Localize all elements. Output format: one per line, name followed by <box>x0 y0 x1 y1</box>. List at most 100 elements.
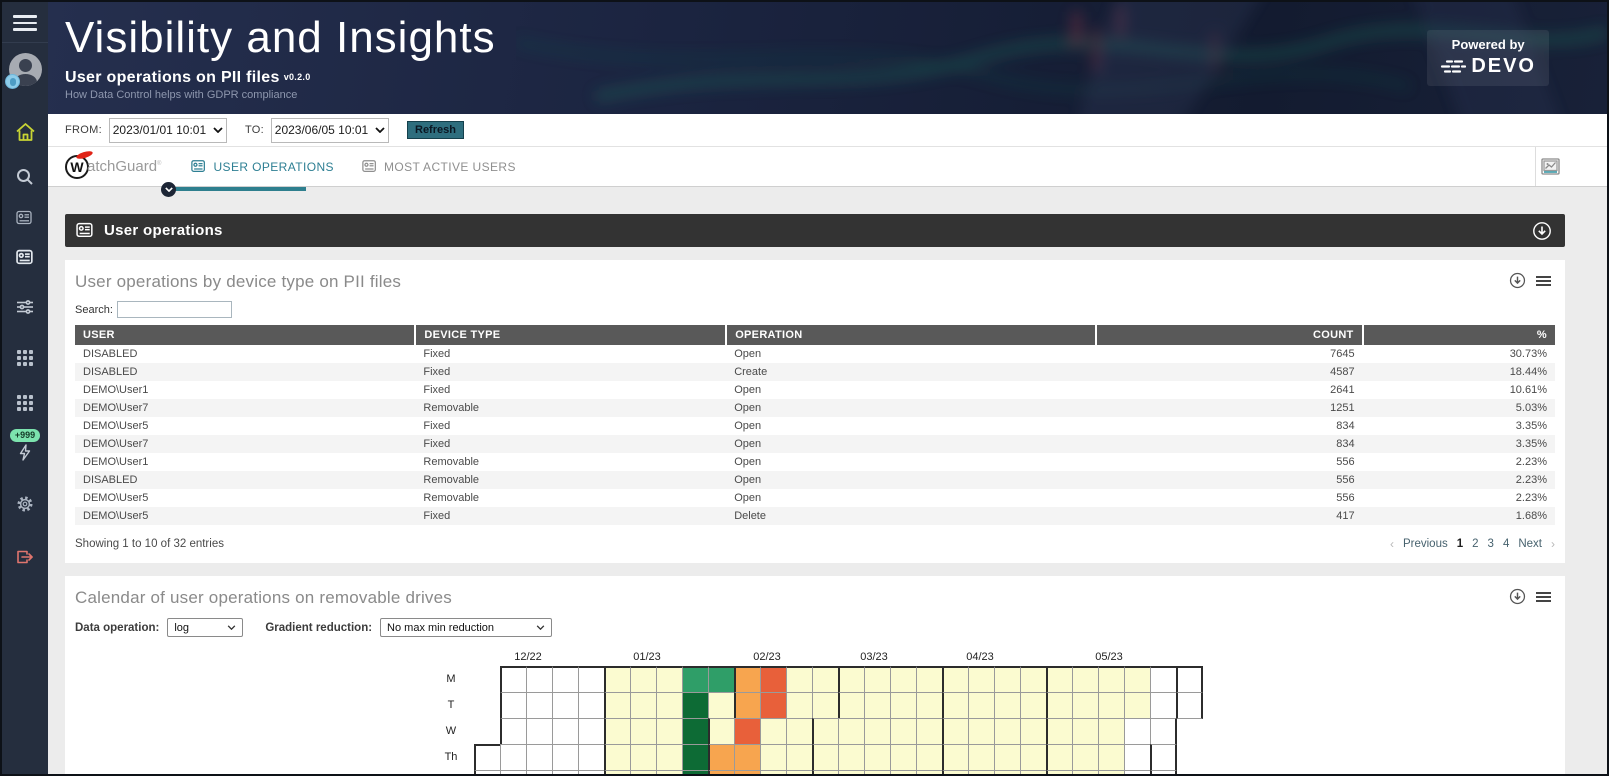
heatmap-cell[interactable] <box>526 666 553 693</box>
heatmap-cell[interactable] <box>604 770 631 774</box>
heatmap-cell[interactable] <box>1150 718 1177 745</box>
heatmap-cell[interactable] <box>942 692 969 719</box>
heatmap-cell[interactable] <box>1020 666 1047 693</box>
heatmap-cell[interactable] <box>968 718 995 745</box>
heatmap-cell[interactable] <box>682 666 709 693</box>
heatmap-cell[interactable] <box>734 692 761 719</box>
heatmap-cell[interactable] <box>578 666 605 693</box>
heatmap-cell[interactable] <box>1020 744 1047 771</box>
pagination-next[interactable]: Next <box>1518 538 1542 550</box>
heatmap-cell[interactable] <box>968 692 995 719</box>
sidebar-item-search[interactable] <box>7 162 43 192</box>
heatmap-cell[interactable] <box>682 744 709 771</box>
heatmap-cell[interactable] <box>474 770 501 774</box>
heatmap-cell[interactable] <box>682 770 709 774</box>
heatmap-cell[interactable] <box>1072 666 1099 693</box>
heatmap-cell[interactable] <box>760 718 787 745</box>
heatmap-cell[interactable] <box>760 666 787 693</box>
heatmap-cell[interactable] <box>838 718 865 745</box>
heatmap-cell[interactable] <box>1098 770 1125 774</box>
widget-menu-button[interactable] <box>1536 591 1551 603</box>
heatmap-cell[interactable] <box>708 692 735 719</box>
heatmap-cell[interactable] <box>864 770 891 774</box>
section-download-button[interactable] <box>1532 221 1552 241</box>
widget-menu-button[interactable] <box>1536 275 1551 287</box>
heatmap-cell[interactable] <box>630 692 657 719</box>
heatmap-cell[interactable] <box>1124 770 1151 774</box>
heatmap-cell[interactable] <box>656 692 683 719</box>
heatmap-cell[interactable] <box>1124 744 1151 771</box>
active-tab-marker[interactable] <box>161 182 176 197</box>
heatmap-cell[interactable] <box>656 744 683 771</box>
heatmap-cell[interactable] <box>968 770 995 774</box>
heatmap-cell[interactable] <box>994 666 1021 693</box>
heatmap-cell[interactable] <box>500 692 527 719</box>
heatmap-cell[interactable] <box>734 770 761 774</box>
heatmap-cell[interactable] <box>552 744 579 771</box>
heatmap-cell[interactable] <box>1020 770 1047 774</box>
heatmap-cell[interactable] <box>812 770 839 774</box>
heatmap-cell[interactable] <box>656 770 683 774</box>
heatmap-cell[interactable] <box>500 744 527 771</box>
heatmap-cell[interactable] <box>708 770 735 774</box>
user-avatar[interactable] <box>4 52 42 89</box>
heatmap-cell[interactable] <box>1124 718 1151 745</box>
heatmap-cell[interactable] <box>630 718 657 745</box>
heatmap-cell[interactable] <box>968 666 995 693</box>
heatmap-cell[interactable] <box>916 666 943 693</box>
heatmap-cell[interactable] <box>786 666 813 693</box>
heatmap-cell[interactable] <box>604 744 631 771</box>
pagination-page-4[interactable]: 4 <box>1503 538 1509 550</box>
sidebar-item-alerts[interactable] <box>7 438 43 468</box>
sidebar-item-reports-filled[interactable] <box>7 243 43 273</box>
heatmap-cell[interactable] <box>1046 666 1073 693</box>
heatmap-cell[interactable] <box>1124 666 1151 693</box>
heatmap-cell[interactable] <box>890 692 917 719</box>
heatmap-cell[interactable] <box>630 744 657 771</box>
heatmap-cell[interactable] <box>500 770 527 774</box>
heatmap-cell[interactable] <box>604 718 631 745</box>
heatmap-cell[interactable] <box>1098 692 1125 719</box>
heatmap-cell[interactable] <box>760 770 787 774</box>
heatmap-cell[interactable] <box>1072 744 1099 771</box>
heatmap-cell[interactable] <box>682 692 709 719</box>
heatmap-cell[interactable] <box>1150 692 1177 719</box>
pagination-page-2[interactable]: 2 <box>1472 538 1478 550</box>
heatmap-cell[interactable] <box>838 692 865 719</box>
pagination-page-3[interactable]: 3 <box>1488 538 1494 550</box>
heatmap-cell[interactable] <box>838 666 865 693</box>
search-input[interactable] <box>116 301 232 318</box>
heatmap-cell[interactable] <box>1046 744 1073 771</box>
heatmap-cell[interactable] <box>1124 692 1151 719</box>
heatmap-cell[interactable] <box>552 692 579 719</box>
heatmap-cell[interactable] <box>864 744 891 771</box>
to-date-select[interactable]: 2023/06/05 10:01 <box>271 117 389 143</box>
heatmap-cell[interactable] <box>630 666 657 693</box>
heatmap-cell[interactable] <box>708 666 735 693</box>
heatmap-cell[interactable] <box>734 666 761 693</box>
heatmap-cell[interactable] <box>526 692 553 719</box>
heatmap-cell[interactable] <box>916 744 943 771</box>
heatmap-cell[interactable] <box>500 666 527 693</box>
heatmap-cell[interactable] <box>864 692 891 719</box>
sidebar-item-logout[interactable] <box>7 542 43 572</box>
tab-user-operations[interactable]: USER OPERATIONS <box>191 159 334 174</box>
heatmap-cell[interactable] <box>786 718 813 745</box>
heatmap-cell[interactable] <box>994 770 1021 774</box>
sidebar-item-settings[interactable] <box>7 489 43 519</box>
heatmap-cell[interactable] <box>786 770 813 774</box>
heatmap-cell[interactable] <box>708 744 735 771</box>
heatmap-cell[interactable] <box>994 744 1021 771</box>
sidebar-item-apps-2[interactable] <box>7 388 43 418</box>
column-header[interactable]: % <box>1361 325 1555 345</box>
heatmap-cell[interactable] <box>890 718 917 745</box>
heatmap-cell[interactable] <box>526 718 553 745</box>
sidebar-item-reports-outline[interactable] <box>7 203 43 233</box>
heatmap-cell[interactable] <box>578 770 605 774</box>
column-header[interactable]: DEVICE TYPE <box>414 325 727 345</box>
heatmap-cell[interactable] <box>578 718 605 745</box>
heatmap-cell[interactable] <box>812 744 839 771</box>
report-image-button[interactable] <box>1535 147 1565 186</box>
pagination-previous[interactable]: Previous <box>1403 538 1448 550</box>
heatmap-cell[interactable] <box>916 692 943 719</box>
